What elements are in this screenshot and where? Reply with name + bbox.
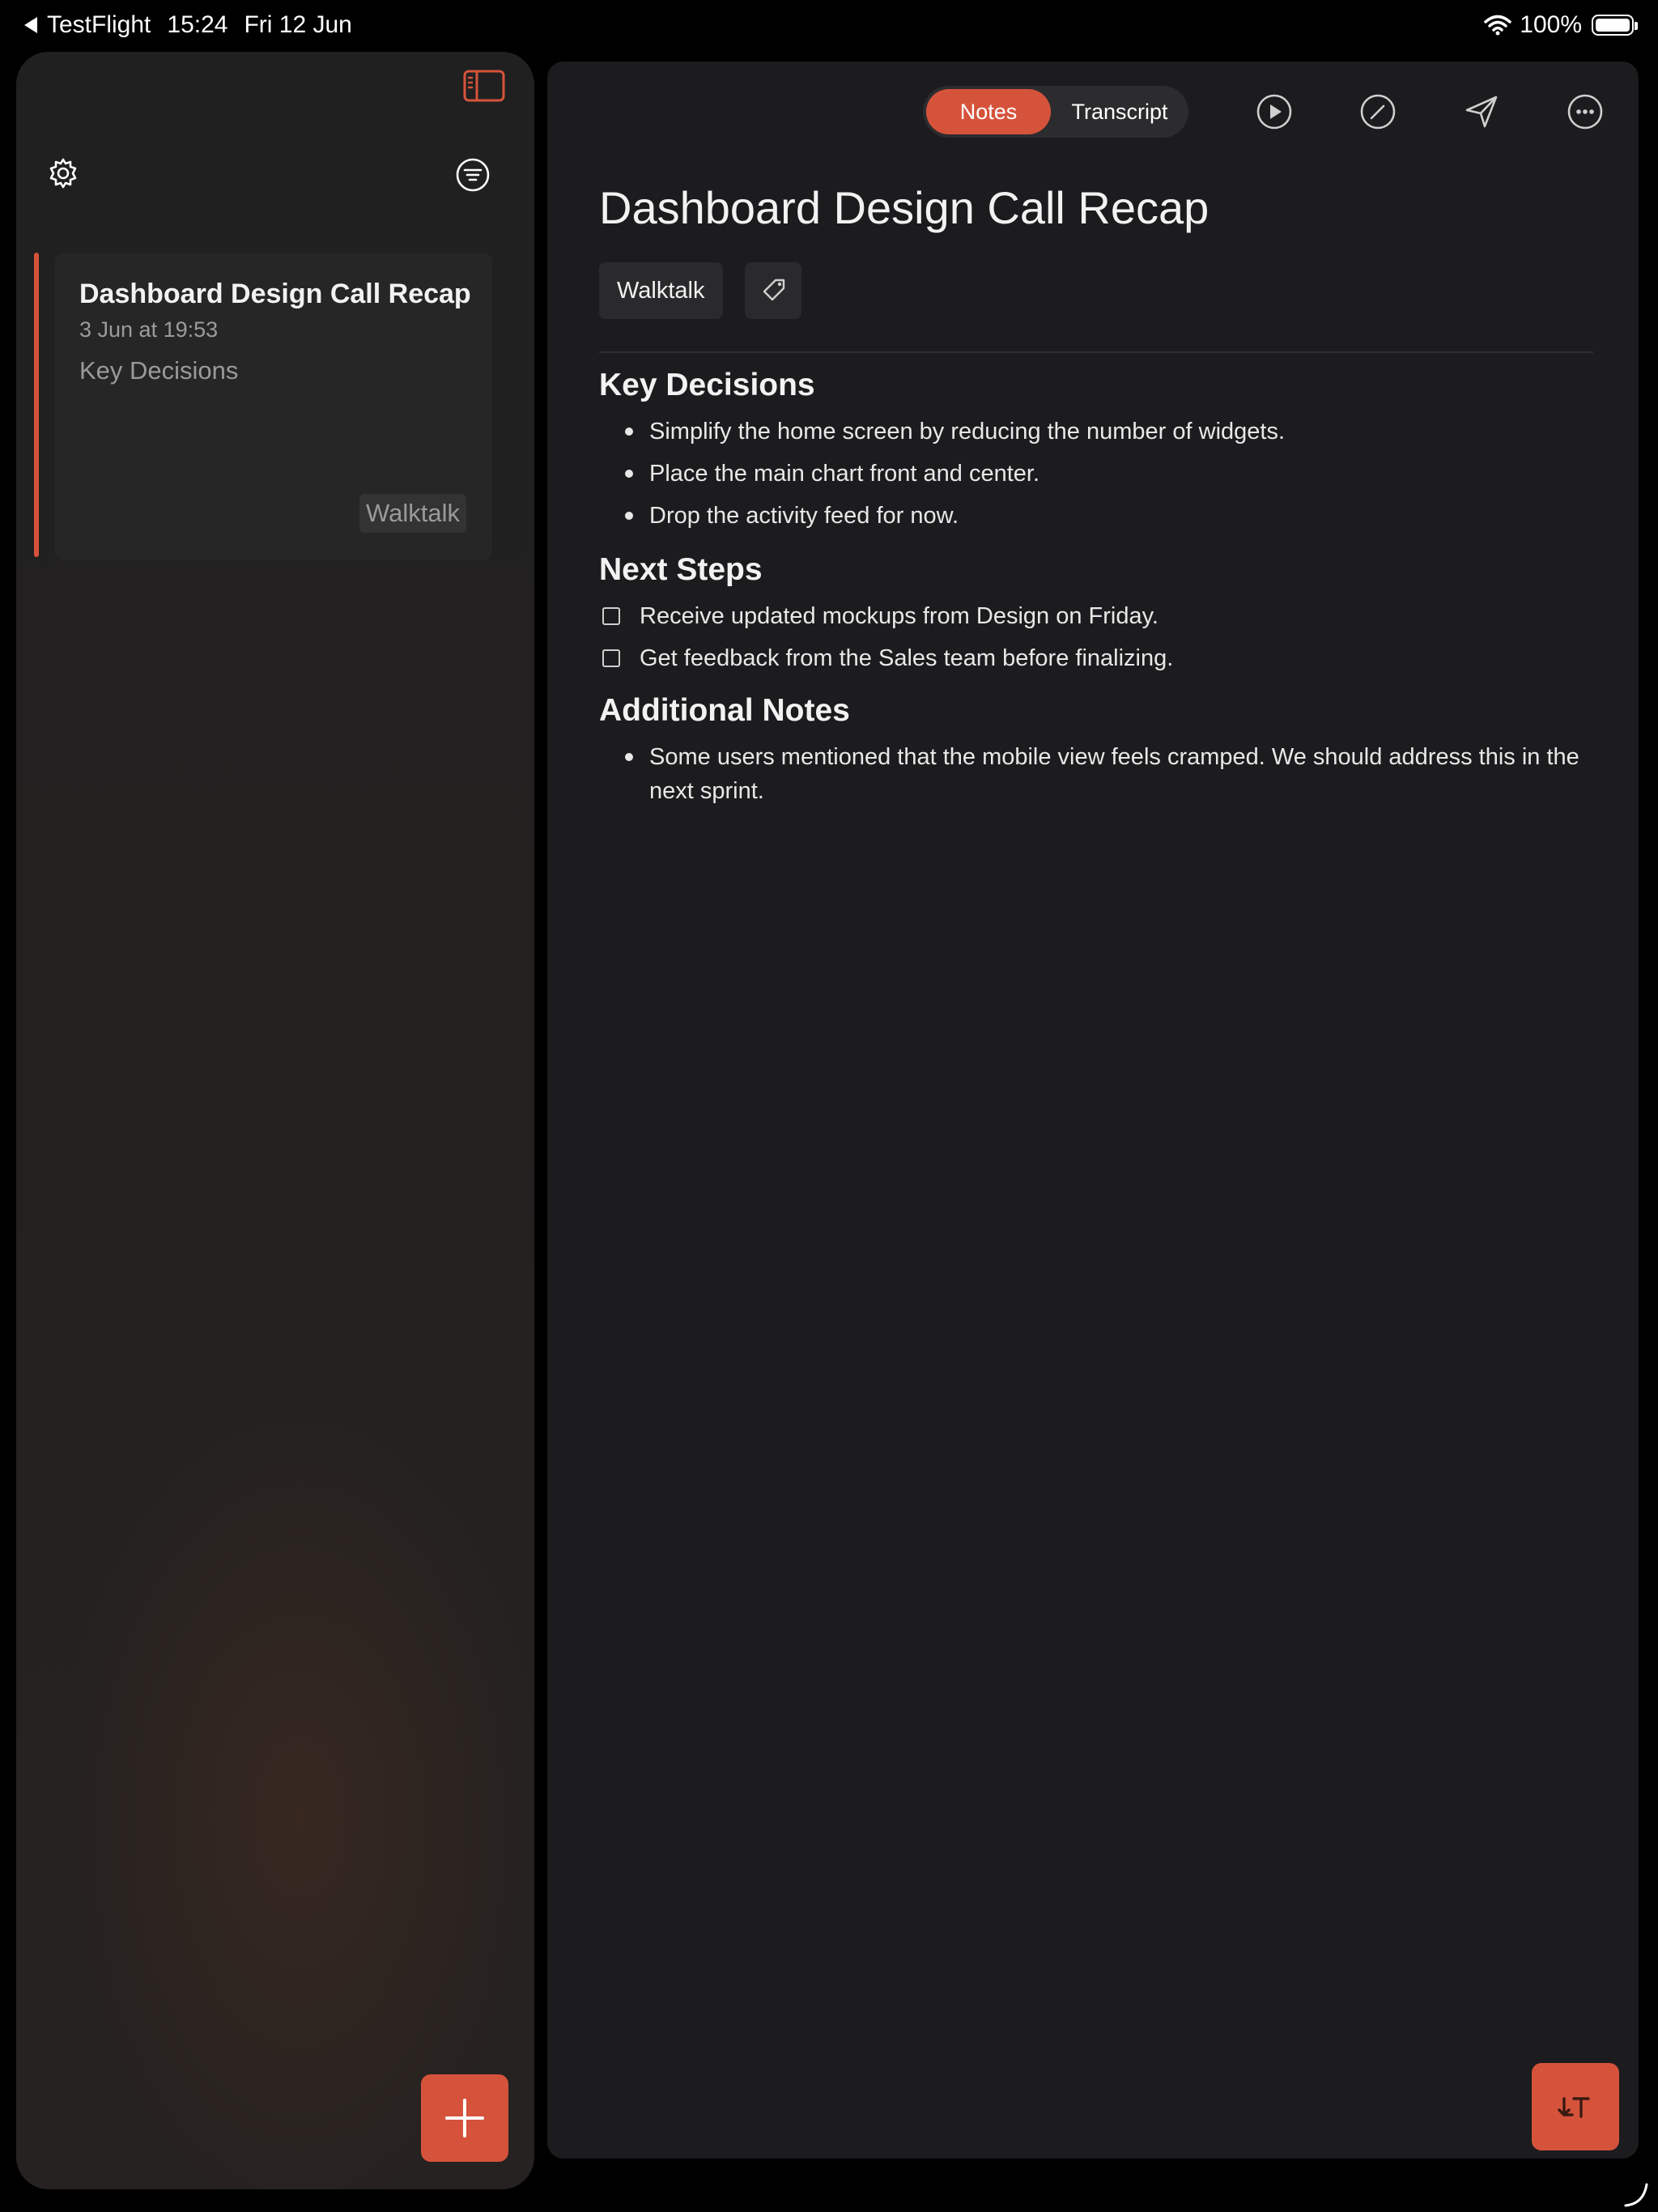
note-tag-chip[interactable]: Walktalk	[599, 262, 723, 319]
view-segmented-control: Notes Transcript	[923, 86, 1188, 138]
list-item-text: Place the main chart front and center.	[649, 461, 1039, 487]
back-app-label[interactable]: TestFlight	[47, 11, 151, 39]
section-heading-key-decisions: Key Decisions	[599, 368, 815, 402]
send-icon[interactable]	[1462, 92, 1501, 131]
battery-icon	[1592, 15, 1638, 36]
next-steps-list: Receive updated mockups from Design on F…	[599, 599, 1600, 683]
note-detail-panel: Notes Transcript Dashboard Design Call R…	[547, 62, 1639, 2159]
checklist-item-text: Get feedback from the Sales team before …	[640, 645, 1174, 671]
edit-icon[interactable]	[1358, 92, 1397, 131]
note-item-date: 3 Jun at 19:53	[79, 317, 219, 342]
list-item[interactable]: Place the main chart front and center.	[599, 457, 1600, 491]
status-bar: TestFlight 15:24 Fri 12 Jun 100%	[0, 0, 1658, 52]
add-tag-button[interactable]	[745, 262, 801, 319]
wifi-icon	[1484, 15, 1512, 36]
bullet-icon	[625, 470, 633, 478]
back-arrow-icon[interactable]	[24, 17, 37, 33]
tab-notes[interactable]: Notes	[926, 89, 1051, 134]
sidebar: Dashboard Design Call Recap 3 Jun at 19:…	[16, 52, 534, 2189]
sidebar-toggle-icon[interactable]	[463, 70, 505, 102]
bullet-icon	[625, 512, 633, 520]
checkbox[interactable]	[602, 649, 620, 667]
more-icon[interactable]	[1566, 92, 1605, 131]
checkbox[interactable]	[602, 607, 620, 625]
divider	[599, 351, 1593, 353]
resize-handle-icon[interactable]	[1622, 2181, 1648, 2207]
tag-icon	[763, 279, 785, 301]
section-heading-additional-notes: Additional Notes	[599, 693, 850, 728]
page-title[interactable]: Dashboard Design Call Recap	[599, 181, 1209, 234]
list-item-text: Some users mentioned that the mobile vie…	[649, 744, 1579, 804]
checklist-item[interactable]: Get feedback from the Sales team before …	[599, 641, 1600, 675]
gear-icon[interactable]	[47, 157, 79, 189]
tab-transcript[interactable]: Transcript	[1054, 89, 1185, 134]
list-item-text: Simplify the home screen by reducing the…	[649, 419, 1286, 445]
transcribe-icon	[1558, 2097, 1590, 2118]
note-item-tag: Walktalk	[359, 494, 466, 533]
checklist-item-text: Receive updated mockups from Design on F…	[640, 603, 1158, 629]
additional-notes-list: Some users mentioned that the mobile vie…	[599, 740, 1600, 816]
note-item-preview: Key Decisions	[79, 356, 239, 385]
key-decisions-list: Simplify the home screen by reducing the…	[599, 415, 1600, 541]
section-heading-next-steps: Next Steps	[599, 552, 763, 587]
plus-icon	[445, 2099, 484, 2138]
list-item[interactable]: Some users mentioned that the mobile vie…	[599, 740, 1600, 808]
status-date: Fri 12 Jun	[244, 11, 352, 38]
add-note-button[interactable]	[421, 2074, 508, 2162]
list-item[interactable]: Simplify the home screen by reducing the…	[599, 415, 1600, 449]
list-item[interactable]: Drop the activity feed for now.	[599, 499, 1600, 533]
selected-note-indicator	[34, 253, 39, 557]
bullet-icon	[625, 428, 633, 436]
note-list-item[interactable]: Dashboard Design Call Recap 3 Jun at 19:…	[55, 253, 492, 560]
status-bar-left: TestFlight 15:24 Fri 12 Jun	[24, 11, 368, 39]
checklist-item[interactable]: Receive updated mockups from Design on F…	[599, 599, 1600, 633]
filter-icon[interactable]	[455, 157, 491, 193]
battery-percent: 100%	[1520, 11, 1582, 38]
bullet-icon	[625, 753, 633, 761]
note-item-title: Dashboard Design Call Recap	[79, 279, 471, 309]
list-item-text: Drop the activity feed for now.	[649, 503, 959, 529]
status-time: 15:24	[167, 11, 228, 38]
play-icon[interactable]	[1255, 92, 1294, 131]
status-bar-right: 100%	[1484, 11, 1638, 39]
transcribe-button[interactable]	[1532, 2063, 1619, 2150]
